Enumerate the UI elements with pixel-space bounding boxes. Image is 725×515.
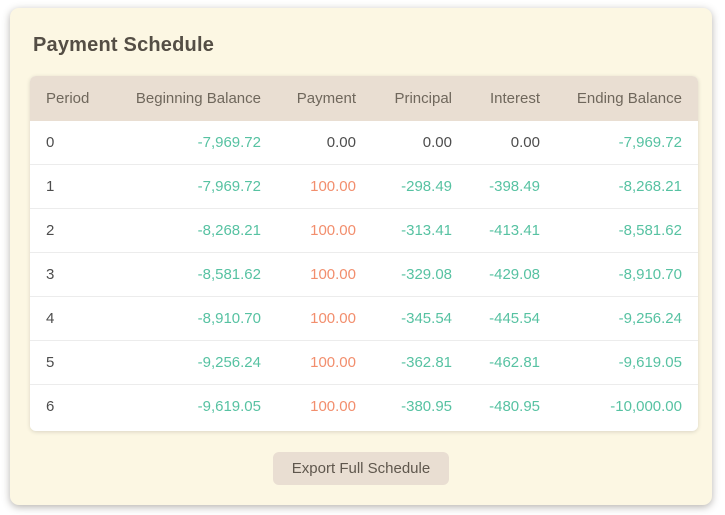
export-full-schedule-button[interactable]: Export Full Schedule [273,452,449,485]
cell-interest: 0.00 [468,121,556,165]
cell-period: 2 [30,209,110,253]
cell-principal: -298.49 [372,165,468,209]
column-header-beginning-balance: Beginning Balance [110,76,277,121]
payment-schedule-card: Payment Schedule Period Beginning Balanc… [10,8,712,505]
cell-interest: -462.81 [468,341,556,385]
cell-principal: -313.41 [372,209,468,253]
schedule-table: Period Beginning Balance Payment Princip… [30,76,698,428]
cell-payment: 100.00 [277,385,372,429]
table-header-row: Period Beginning Balance Payment Princip… [30,76,698,121]
table-body: 0-7,969.720.000.000.00-7,969.721-7,969.7… [30,121,698,428]
cell-interest: -413.41 [468,209,556,253]
cell-period: 0 [30,121,110,165]
cell-interest: -398.49 [468,165,556,209]
column-header-payment: Payment [277,76,372,121]
cell-ending-balance: -10,000.00 [556,385,698,429]
table-row: 3-8,581.62100.00-329.08-429.08-8,910.70 [30,253,698,297]
payment-schedule-table: Period Beginning Balance Payment Princip… [30,76,698,431]
table-row: 1-7,969.72100.00-298.49-398.49-8,268.21 [30,165,698,209]
table-row: 0-7,969.720.000.000.00-7,969.72 [30,121,698,165]
table-row: 4-8,910.70100.00-345.54-445.54-9,256.24 [30,297,698,341]
cell-principal: -329.08 [372,253,468,297]
cell-beginning-balance: -9,256.24 [110,341,277,385]
cell-beginning-balance: -8,910.70 [110,297,277,341]
cell-ending-balance: -8,581.62 [556,209,698,253]
cell-beginning-balance: -7,969.72 [110,121,277,165]
cell-payment: 100.00 [277,165,372,209]
table-row: 6-9,619.05100.00-380.95-480.95-10,000.00 [30,385,698,429]
cell-period: 3 [30,253,110,297]
table-row: 5-9,256.24100.00-362.81-462.81-9,619.05 [30,341,698,385]
column-header-principal: Principal [372,76,468,121]
cell-interest: -480.95 [468,385,556,429]
cell-payment: 100.00 [277,209,372,253]
cell-principal: -345.54 [372,297,468,341]
cell-period: 1 [30,165,110,209]
cell-beginning-balance: -9,619.05 [110,385,277,429]
cell-ending-balance: -8,910.70 [556,253,698,297]
cell-period: 5 [30,341,110,385]
cell-interest: -429.08 [468,253,556,297]
cell-payment: 100.00 [277,341,372,385]
column-header-ending-balance: Ending Balance [556,76,698,121]
page-title: Payment Schedule [33,33,712,57]
column-header-period: Period [30,76,110,121]
cell-ending-balance: -7,969.72 [556,121,698,165]
cell-payment: 100.00 [277,297,372,341]
cell-beginning-balance: -7,969.72 [110,165,277,209]
cell-beginning-balance: -8,581.62 [110,253,277,297]
cell-ending-balance: -9,619.05 [556,341,698,385]
cell-principal: 0.00 [372,121,468,165]
cell-ending-balance: -9,256.24 [556,297,698,341]
table-row: 2-8,268.21100.00-313.41-413.41-8,581.62 [30,209,698,253]
cell-principal: -362.81 [372,341,468,385]
column-header-interest: Interest [468,76,556,121]
cell-payment: 100.00 [277,253,372,297]
cell-principal: -380.95 [372,385,468,429]
cell-beginning-balance: -8,268.21 [110,209,277,253]
cell-payment: 0.00 [277,121,372,165]
cell-period: 6 [30,385,110,429]
cell-ending-balance: -8,268.21 [556,165,698,209]
table-actions: Export Full Schedule [10,452,712,485]
cell-interest: -445.54 [468,297,556,341]
cell-period: 4 [30,297,110,341]
